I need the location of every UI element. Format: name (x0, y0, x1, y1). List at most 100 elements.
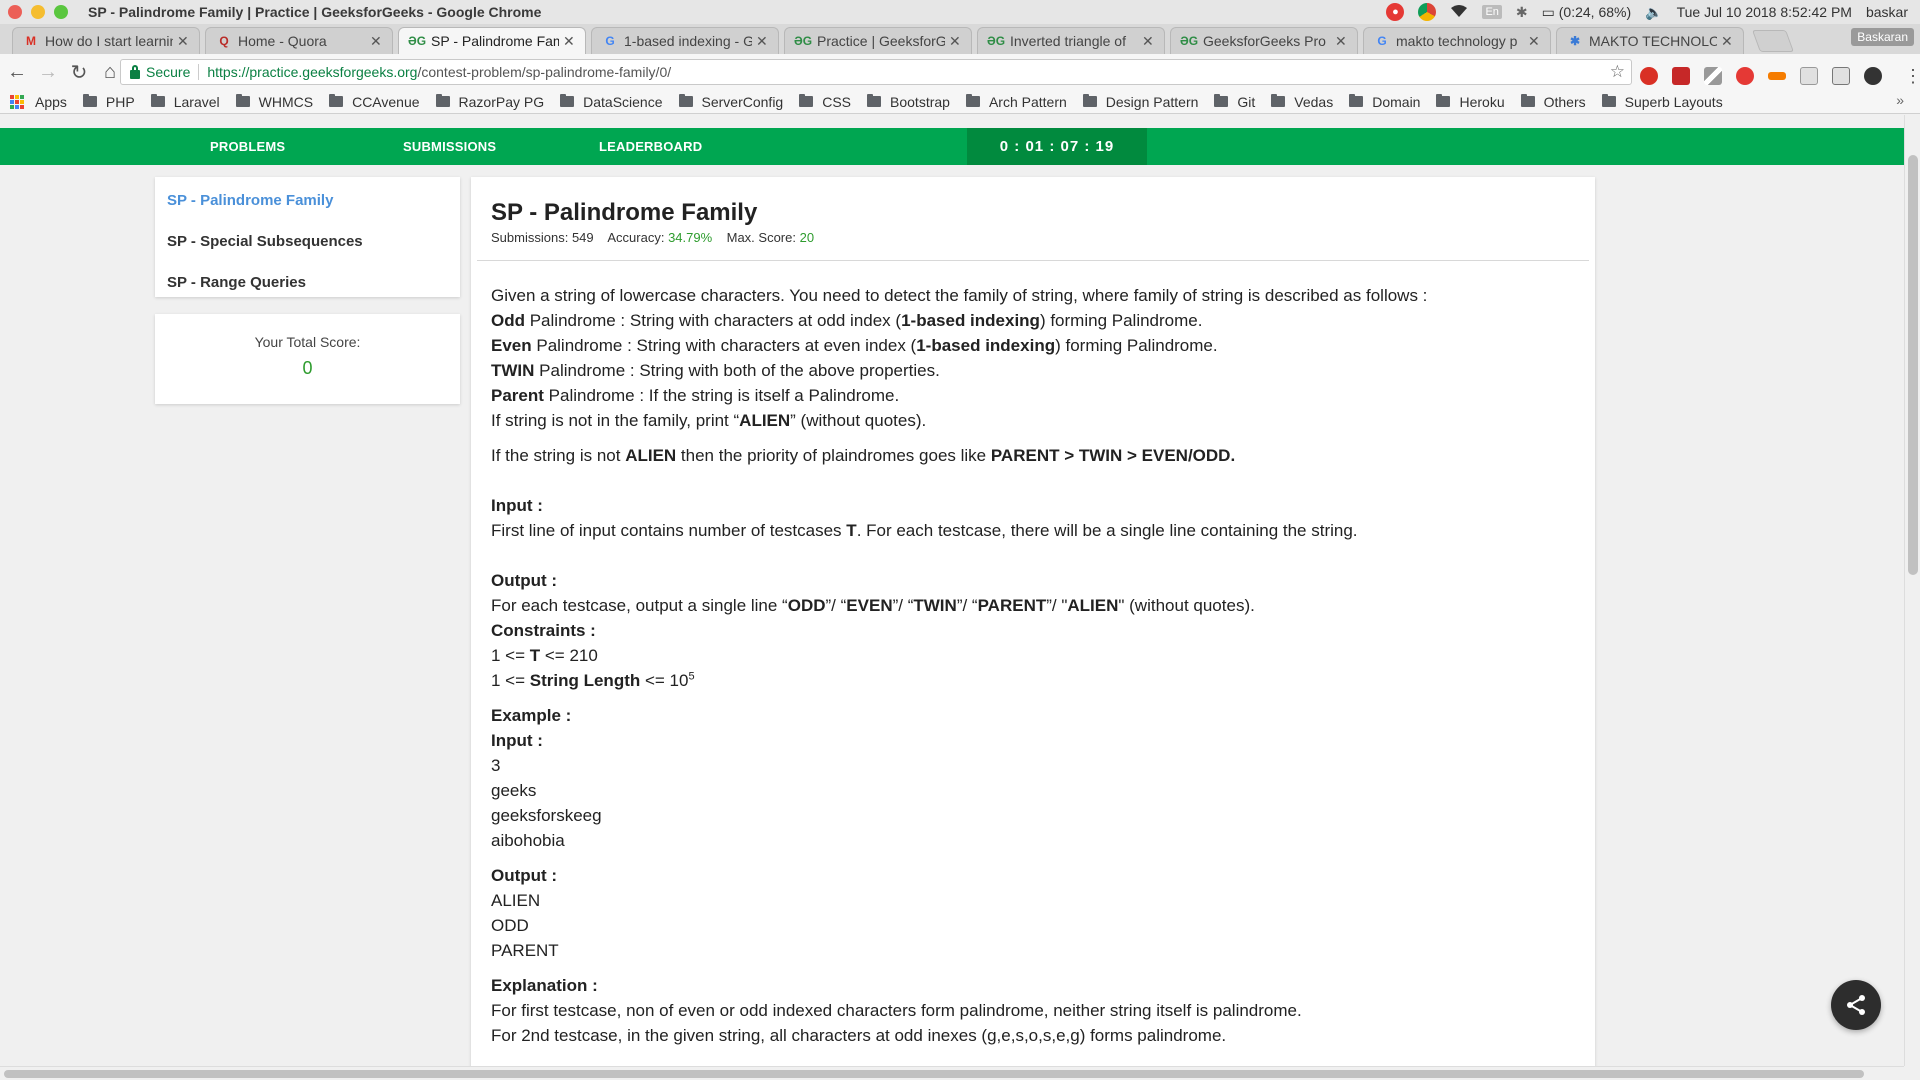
pdf-extension-icon[interactable] (1672, 67, 1690, 85)
bookmark-folder[interactable]: Others (1520, 94, 1586, 110)
bookmark-folder[interactable]: CCAvenue (329, 94, 420, 110)
chevron-right-icon[interactable]: » (1896, 92, 1904, 108)
alien-definition: If string is not in the family, print “A… (491, 411, 927, 430)
gfg-icon: ƏG (1179, 34, 1199, 48)
back-icon[interactable]: ← (3, 58, 31, 86)
bookmark-folder[interactable]: PHP (82, 94, 135, 110)
clock[interactable]: Tue Jul 10 2018 8:52:42 PM (1677, 4, 1852, 20)
bookmark-folder[interactable]: Vedas (1271, 94, 1333, 110)
bookmark-apps[interactable]: Apps (10, 94, 67, 110)
nav-problems[interactable]: PROBLEMS (210, 128, 285, 165)
cast-icon[interactable] (1832, 67, 1850, 85)
tab-quora-question[interactable]: M How do I start learning ✕ (12, 27, 200, 54)
bookmark-folder[interactable]: ServerConfig (678, 94, 783, 110)
bookmark-folder[interactable]: CSS (799, 94, 851, 110)
example-input-heading: Input : (491, 731, 543, 750)
notification-icon[interactable]: ● (1386, 3, 1405, 21)
bookmark-folder[interactable]: Arch Pattern (965, 94, 1067, 110)
nav-submissions[interactable]: SUBMISSIONS (403, 128, 496, 165)
menu-icon[interactable]: ⋮ (1899, 62, 1920, 90)
close-icon[interactable]: ✕ (1142, 33, 1156, 50)
example-output-line: PARENT (491, 941, 559, 960)
battery-status[interactable]: ▭ (0:24, 68%) (1542, 4, 1632, 21)
bookmark-folder[interactable]: Superb Layouts (1601, 94, 1723, 110)
bookmark-folder[interactable]: Domain (1349, 94, 1420, 110)
bookmark-label: Bootstrap (890, 93, 950, 110)
close-icon[interactable]: ✕ (949, 33, 963, 50)
bookmark-folder[interactable]: Laravel (150, 94, 220, 110)
explanation-line: For 2nd testcase, in the given string, a… (491, 1026, 1227, 1045)
close-icon[interactable]: ✕ (1528, 33, 1542, 50)
extension-icon[interactable] (1864, 67, 1882, 85)
eyedropper-extension-icon[interactable] (1704, 67, 1722, 85)
tab-practice-gfg[interactable]: ƏG Practice | GeeksforGeeks ✕ (784, 27, 972, 54)
bookmark-folder[interactable]: DataScience (560, 94, 663, 110)
os-menubar: SP - Palindrome Family | Practice | Geek… (0, 0, 1920, 24)
tab-makto-technology[interactable]: ✱ MAKTO TECHNOLOGY ✕ (1556, 27, 1744, 54)
bookmark-folder[interactable]: Design Pattern (1082, 94, 1198, 110)
folder-icon (867, 94, 882, 107)
makto-icon: ✱ (1569, 34, 1581, 48)
problem-link-range-queries[interactable]: SP - Range Queries (167, 274, 306, 291)
twin-definition: TWIN Palindrome : String with both of th… (491, 361, 940, 380)
bookmark-star-icon[interactable]: ☆ (1610, 62, 1625, 82)
problem-link-special-subsequences[interactable]: SP - Special Subsequences (167, 233, 363, 250)
wifi-icon[interactable] (1450, 4, 1468, 21)
tab-gfg-pro[interactable]: ƏG GeeksforGeeks Pro ✕ (1170, 27, 1358, 54)
google-icon: G (605, 34, 615, 48)
score-label: Your Total Score: (254, 334, 361, 350)
explanation-line: For first testcase, non of even or odd i… (491, 1001, 1302, 1020)
close-window-button[interactable] (8, 5, 22, 19)
window-title: SP - Palindrome Family | Practice | Geek… (88, 4, 542, 20)
volume-icon[interactable]: 🔈 (1645, 4, 1662, 21)
close-icon[interactable]: ✕ (177, 33, 191, 50)
accuracy-label: Accuracy: (607, 230, 665, 245)
horizontal-scrollbar[interactable] (0, 1066, 1904, 1080)
tab-inverted-triangle[interactable]: ƏG Inverted triangle of ✕ (977, 27, 1165, 54)
tab-makto-search[interactable]: G makto technology p ✕ (1363, 27, 1551, 54)
extension-icon[interactable] (1768, 72, 1786, 80)
tab-1-based-indexing[interactable]: G 1-based indexing - Google ✕ (591, 27, 779, 54)
gfg-icon: ƏG (986, 34, 1006, 48)
problem-link-palindrome-family[interactable]: SP - Palindrome Family (167, 192, 333, 209)
address-bar[interactable]: Secure https://practice.geeksforgeeks.or… (120, 59, 1632, 85)
close-icon[interactable]: ✕ (1721, 33, 1735, 50)
close-icon[interactable]: ✕ (756, 33, 770, 50)
scrollbar-thumb[interactable] (4, 1070, 1864, 1078)
reload-icon[interactable]: ↻ (65, 58, 93, 86)
folder-icon (1436, 94, 1451, 107)
extension-icon[interactable] (1800, 67, 1818, 85)
share-button[interactable] (1831, 980, 1881, 1030)
bluetooth-icon[interactable]: ✱ (1516, 4, 1528, 21)
close-icon[interactable]: ✕ (370, 33, 384, 50)
bookmark-folder[interactable]: Bootstrap (867, 94, 950, 110)
share-icon (1847, 995, 1865, 1015)
max-score-label: Max. Score: (726, 230, 796, 245)
bookmark-folder[interactable]: RazorPay PG (435, 94, 544, 110)
bookmark-folder[interactable]: Heroku (1436, 94, 1505, 110)
tab-palindrome-family[interactable]: ƏG SP - Palindrome Family ✕ (398, 27, 586, 54)
close-icon[interactable]: ✕ (1335, 33, 1349, 50)
example-input-line: geeksforskeeg (491, 806, 602, 825)
new-tab-button[interactable] (1751, 30, 1795, 52)
user-menu[interactable]: baskar (1866, 4, 1908, 20)
profile-button[interactable]: Baskaran (1851, 28, 1914, 46)
scrollbar-thumb[interactable] (1908, 155, 1918, 575)
forward-icon[interactable]: → (34, 58, 62, 86)
bookmark-folder[interactable]: WHMCS (235, 94, 313, 110)
nav-leaderboard[interactable]: LEADERBOARD (599, 128, 702, 165)
example-input-line: aibohobia (491, 831, 565, 850)
intro-text: Given a string of lowercase characters. … (491, 286, 1428, 305)
chrome-icon[interactable] (1418, 3, 1437, 21)
close-icon[interactable]: ✕ (563, 33, 577, 50)
adblock-extension-icon[interactable] (1640, 67, 1658, 85)
contest-timer: 0 : 01 : 07 : 19 (967, 128, 1147, 165)
bookmark-folder[interactable]: Git (1214, 94, 1255, 110)
vertical-scrollbar[interactable] (1904, 115, 1920, 1066)
maximize-window-button[interactable] (54, 5, 68, 19)
tab-quora-home[interactable]: Q Home - Quora ✕ (205, 27, 393, 54)
bookmark-label: Vedas (1294, 93, 1334, 110)
extension-icon[interactable] (1736, 67, 1754, 85)
minimize-window-button[interactable] (31, 5, 45, 19)
keyboard-layout-indicator[interactable]: En (1482, 5, 1502, 19)
